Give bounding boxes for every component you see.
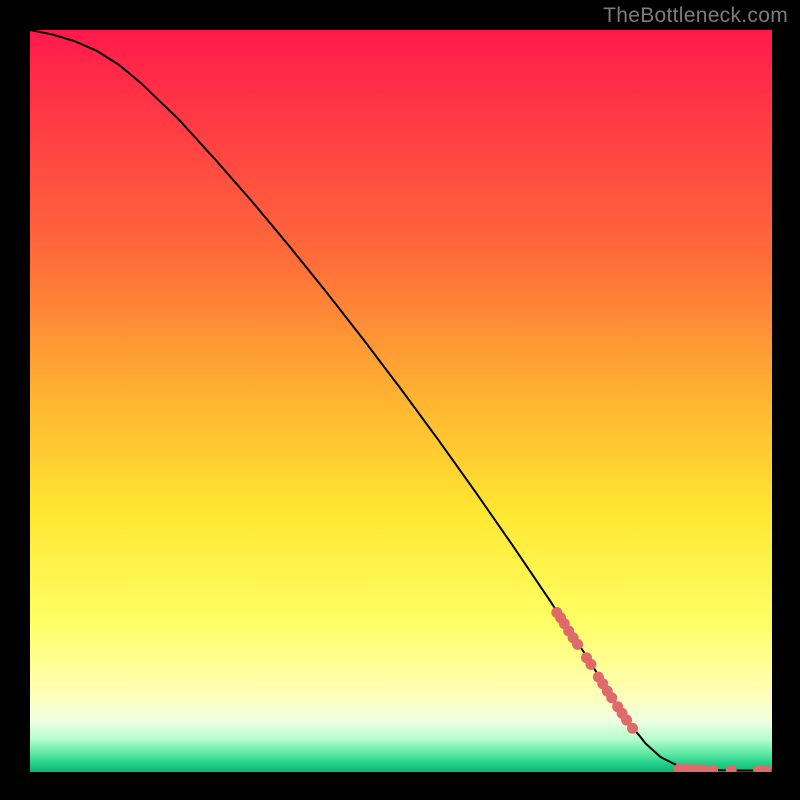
gradient-background: [30, 30, 772, 772]
watermark-text: TheBottleneck.com: [603, 4, 788, 28]
chart-svg: [30, 30, 772, 772]
marker-point: [572, 639, 583, 650]
marker-point: [627, 723, 638, 734]
marker-point: [585, 659, 596, 670]
chart-frame: TheBottleneck.com: [0, 0, 800, 800]
plot-area: [30, 30, 772, 772]
